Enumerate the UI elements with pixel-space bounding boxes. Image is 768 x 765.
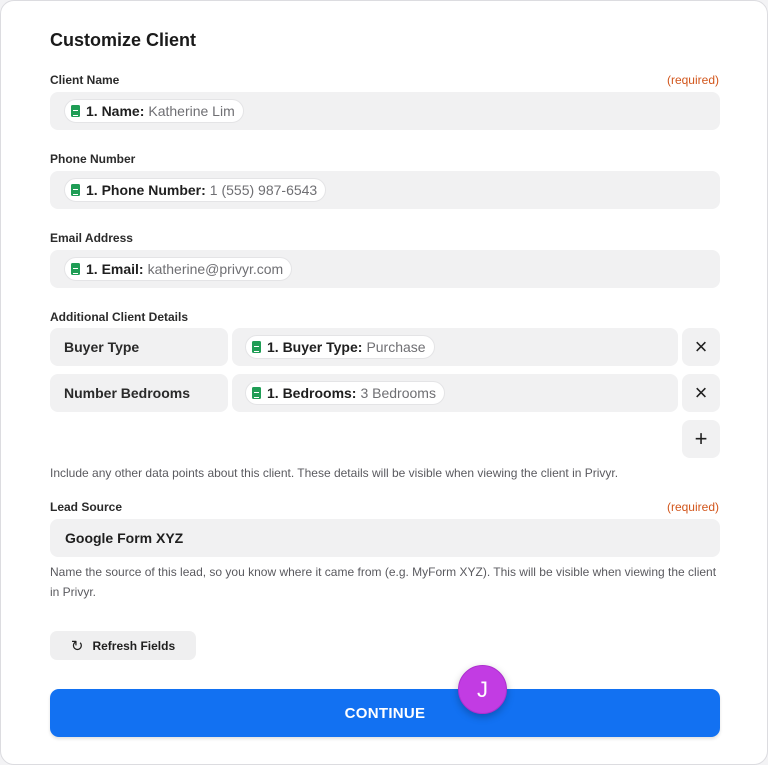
detail-key-field[interactable]: Buyer Type (50, 328, 228, 366)
client-name-label: Client Name (50, 73, 120, 87)
client-name-required: (required) (666, 73, 719, 87)
detail-value-token[interactable]: 1. Bedrooms: 3 Bedrooms (245, 381, 445, 405)
email-field[interactable]: 1. Email: katherine@privyr.com (50, 250, 720, 288)
lead-source-input[interactable]: Google Form XYZ (50, 519, 720, 557)
token-key: 1. Bedrooms: (267, 385, 357, 401)
close-icon: × (694, 380, 708, 405)
token-value: 1 (555) 987-6543 (209, 182, 318, 198)
token-value: katherine@privyr.com (147, 261, 284, 277)
detail-value-field[interactable]: 1. Bedrooms: 3 Bedrooms (232, 374, 678, 412)
page-title: Customize Client (50, 30, 197, 50)
phone-label: Phone Number (50, 152, 136, 166)
refresh-label: Refresh Fields (92, 638, 176, 653)
token-value: Purchase (366, 339, 426, 355)
detail-key-field[interactable]: Number Bedrooms (50, 374, 228, 412)
email-token[interactable]: 1. Email: katherine@privyr.com (64, 257, 293, 281)
email-label: Email Address (50, 231, 133, 245)
sheets-icon (252, 387, 261, 399)
token-value: 3 Bedrooms (360, 385, 436, 401)
detail-value-field[interactable]: 1. Buyer Type: Purchase (232, 328, 678, 366)
plus-icon: + (694, 426, 708, 451)
sheets-icon (71, 263, 80, 275)
close-icon: × (694, 334, 708, 359)
token-value: Katherine Lim (148, 103, 235, 119)
token-key: 1. Name: (86, 103, 145, 119)
details-help-text: Include any other data points about this… (50, 466, 619, 480)
client-name-token[interactable]: 1. Name: Katherine Lim (64, 99, 244, 123)
token-key: 1. Buyer Type: (267, 339, 363, 355)
details-label: Additional Client Details (50, 310, 189, 324)
token-key: 1. Email: (86, 261, 144, 277)
customize-client-card: Customize Client Client Name (required) … (0, 0, 768, 765)
add-detail-button[interactable]: + (682, 420, 720, 458)
client-name-field[interactable]: 1. Name: Katherine Lim (50, 92, 720, 130)
sheets-icon (252, 341, 261, 353)
sheets-icon (71, 105, 80, 117)
lead-source-label: Lead Source (50, 500, 123, 514)
lead-source-help-text: Name the source of this lead, so you kno… (50, 565, 717, 599)
token-key: 1. Phone Number: (86, 182, 206, 198)
refresh-icon: ↻ (70, 637, 84, 655)
detail-value-token[interactable]: 1. Buyer Type: Purchase (245, 335, 435, 359)
refresh-fields-button[interactable]: ↻ Refresh Fields (50, 631, 196, 660)
sheets-icon (71, 184, 80, 196)
avatar[interactable]: J (458, 665, 507, 714)
phone-field[interactable]: 1. Phone Number: 1 (555) 987-6543 (50, 171, 720, 209)
continue-button[interactable]: CONTINUE (50, 689, 720, 737)
phone-token[interactable]: 1. Phone Number: 1 (555) 987-6543 (64, 178, 327, 202)
remove-detail-button[interactable]: × (682, 328, 720, 366)
remove-detail-button[interactable]: × (682, 374, 720, 412)
lead-source-required: (required) (666, 500, 719, 514)
